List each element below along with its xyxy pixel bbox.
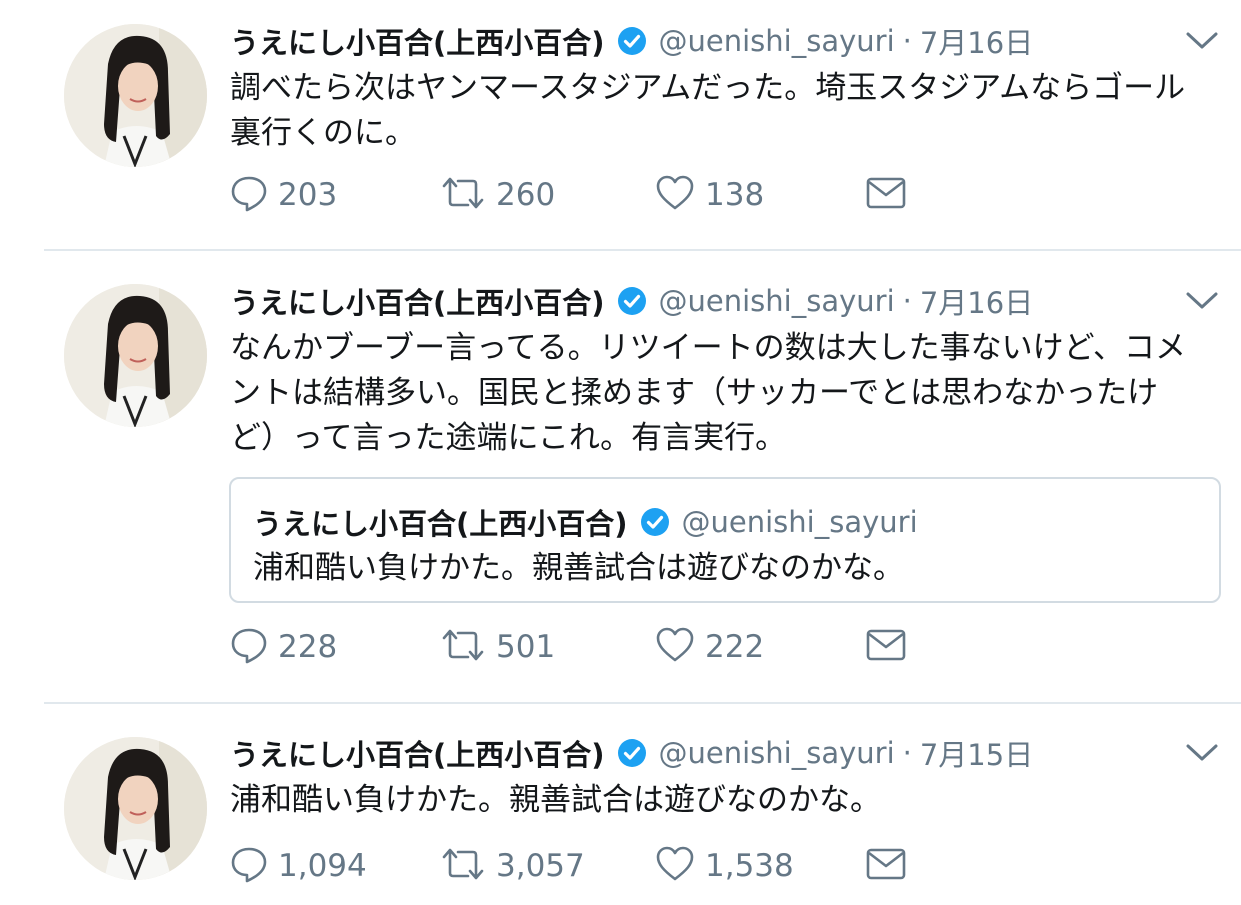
tweet-date[interactable]: 7月15日 bbox=[920, 732, 1033, 774]
tweet-actions: 203 260 138 bbox=[230, 173, 930, 217]
retweet-count: 501 bbox=[496, 629, 556, 665]
direct-message-icon bbox=[866, 628, 906, 666]
display-name[interactable]: うえにし小百合(上西小百合) bbox=[230, 280, 605, 322]
tweet-text: 浦和酷い負けかた。親善試合は遊びなのかな。 bbox=[230, 778, 1220, 823]
avatar[interactable] bbox=[64, 24, 207, 167]
tweet-text-line: 浦和酷い負けかた。親善試合は遊びなのかな。 bbox=[230, 782, 881, 818]
reply-count: 203 bbox=[278, 177, 338, 213]
tweet-header: うえにし小百合(上西小百合) @uenishi_sayuri · 7月16日 bbox=[230, 21, 1033, 61]
separator-dot: · bbox=[902, 24, 912, 58]
like-count: 1,538 bbox=[705, 848, 794, 884]
direct-message-button[interactable] bbox=[866, 844, 906, 888]
reply-icon bbox=[230, 626, 268, 668]
direct-message-button[interactable] bbox=[866, 625, 906, 669]
chevron-down-icon[interactable] bbox=[1185, 742, 1219, 764]
retweet-icon bbox=[440, 845, 486, 887]
tweet-header: うえにし小百合(上西小百合) @uenishi_sayuri · 7月16日 bbox=[230, 281, 1033, 321]
avatar[interactable] bbox=[64, 284, 207, 427]
retweet-count: 3,057 bbox=[496, 848, 585, 884]
quoted-tweet-text: 浦和酷い負けかた。親善試合は遊びなのかな。 bbox=[253, 550, 904, 586]
user-handle[interactable]: @uenishi_sayuri bbox=[659, 24, 895, 58]
quoted-tweet-header: うえにし小百合(上西小百合) @uenishi_sayuri bbox=[253, 501, 918, 543]
chevron-down-icon[interactable] bbox=[1185, 290, 1219, 312]
direct-message-button[interactable] bbox=[866, 173, 906, 217]
tweet-text: 調べたら次はヤンマースタジアムだった。埼玉スタジアムならゴール 裏行くのに。 bbox=[230, 66, 1220, 156]
reply-icon bbox=[230, 845, 268, 887]
display-name[interactable]: うえにし小百合(上西小百合) bbox=[230, 20, 605, 62]
reply-icon bbox=[230, 174, 268, 216]
reply-button[interactable]: 228 bbox=[230, 625, 337, 669]
like-button[interactable]: 222 bbox=[655, 625, 764, 669]
retweet-icon bbox=[440, 174, 486, 216]
like-count: 138 bbox=[705, 177, 765, 213]
retweet-count: 260 bbox=[496, 177, 556, 213]
retweet-icon bbox=[440, 626, 486, 668]
avatar[interactable] bbox=[64, 737, 207, 880]
user-handle[interactable]: @uenishi_sayuri bbox=[659, 284, 895, 318]
quoted-tweet[interactable]: うえにし小百合(上西小百合) @uenishi_sayuri 浦和酷い負けかた。… bbox=[229, 477, 1221, 603]
like-icon bbox=[655, 845, 695, 887]
tweet-text-line: ど）って言った途端にこれ。有言実行。 bbox=[230, 420, 787, 456]
reply-button[interactable]: 1,094 bbox=[230, 844, 367, 888]
like-icon bbox=[655, 626, 695, 668]
tweet-feed: うえにし小百合(上西小百合) @uenishi_sayuri · 7月16日 調… bbox=[0, 0, 1241, 905]
tweet-text-line: なんかブーブー言ってる。リツイートの数は大した事ないけど、コメ bbox=[230, 330, 1187, 366]
tweet[interactable]: うえにし小百合(上西小百合) @uenishi_sayuri · 7月16日 な… bbox=[0, 251, 1241, 702]
verified-badge-icon bbox=[617, 286, 647, 316]
tweet[interactable]: うえにし小百合(上西小百合) @uenishi_sayuri · 7月15日 浦… bbox=[0, 704, 1241, 905]
tweet-actions: 1,094 3,057 1,538 bbox=[230, 844, 930, 888]
tweet-text-line: ントは結構多い。国民と揉めます（サッカーでとは思わなかったけ bbox=[230, 375, 1159, 411]
separator-dot: · bbox=[902, 736, 912, 770]
quoted-display-name: うえにし小百合(上西小百合) bbox=[253, 507, 628, 541]
reply-count: 228 bbox=[278, 629, 338, 665]
direct-message-icon bbox=[866, 176, 906, 214]
quoted-user-handle: @uenishi_sayuri bbox=[681, 505, 918, 539]
user-handle[interactable]: @uenishi_sayuri bbox=[659, 736, 895, 770]
chevron-down-icon[interactable] bbox=[1185, 30, 1219, 52]
tweet[interactable]: うえにし小百合(上西小百合) @uenishi_sayuri · 7月16日 調… bbox=[0, 0, 1241, 250]
reply-button[interactable]: 203 bbox=[230, 173, 337, 217]
retweet-button[interactable]: 260 bbox=[440, 173, 555, 217]
tweet-text: なんかブーブー言ってる。リツイートの数は大した事ないけど、コメ ントは結構多い。… bbox=[230, 326, 1220, 461]
retweet-button[interactable]: 501 bbox=[440, 625, 555, 669]
like-button[interactable]: 138 bbox=[655, 173, 764, 217]
like-button[interactable]: 1,538 bbox=[655, 844, 794, 888]
tweet-text-line: 調べたら次はヤンマースタジアムだった。埼玉スタジアムならゴール bbox=[230, 70, 1186, 106]
tweet-text-line: 裏行くのに。 bbox=[230, 115, 416, 151]
retweet-button[interactable]: 3,057 bbox=[440, 844, 585, 888]
tweet-header: うえにし小百合(上西小百合) @uenishi_sayuri · 7月15日 bbox=[230, 733, 1033, 773]
tweet-date[interactable]: 7月16日 bbox=[920, 280, 1033, 322]
verified-badge-icon bbox=[640, 507, 670, 537]
like-icon bbox=[655, 174, 695, 216]
direct-message-icon bbox=[866, 847, 906, 885]
display-name[interactable]: うえにし小百合(上西小百合) bbox=[230, 732, 605, 774]
tweet-date[interactable]: 7月16日 bbox=[920, 20, 1033, 62]
verified-badge-icon bbox=[617, 738, 647, 768]
separator-dot: · bbox=[902, 284, 912, 318]
like-count: 222 bbox=[705, 629, 765, 665]
reply-count: 1,094 bbox=[278, 848, 367, 884]
tweet-actions: 228 501 222 bbox=[230, 625, 930, 669]
verified-badge-icon bbox=[617, 26, 647, 56]
